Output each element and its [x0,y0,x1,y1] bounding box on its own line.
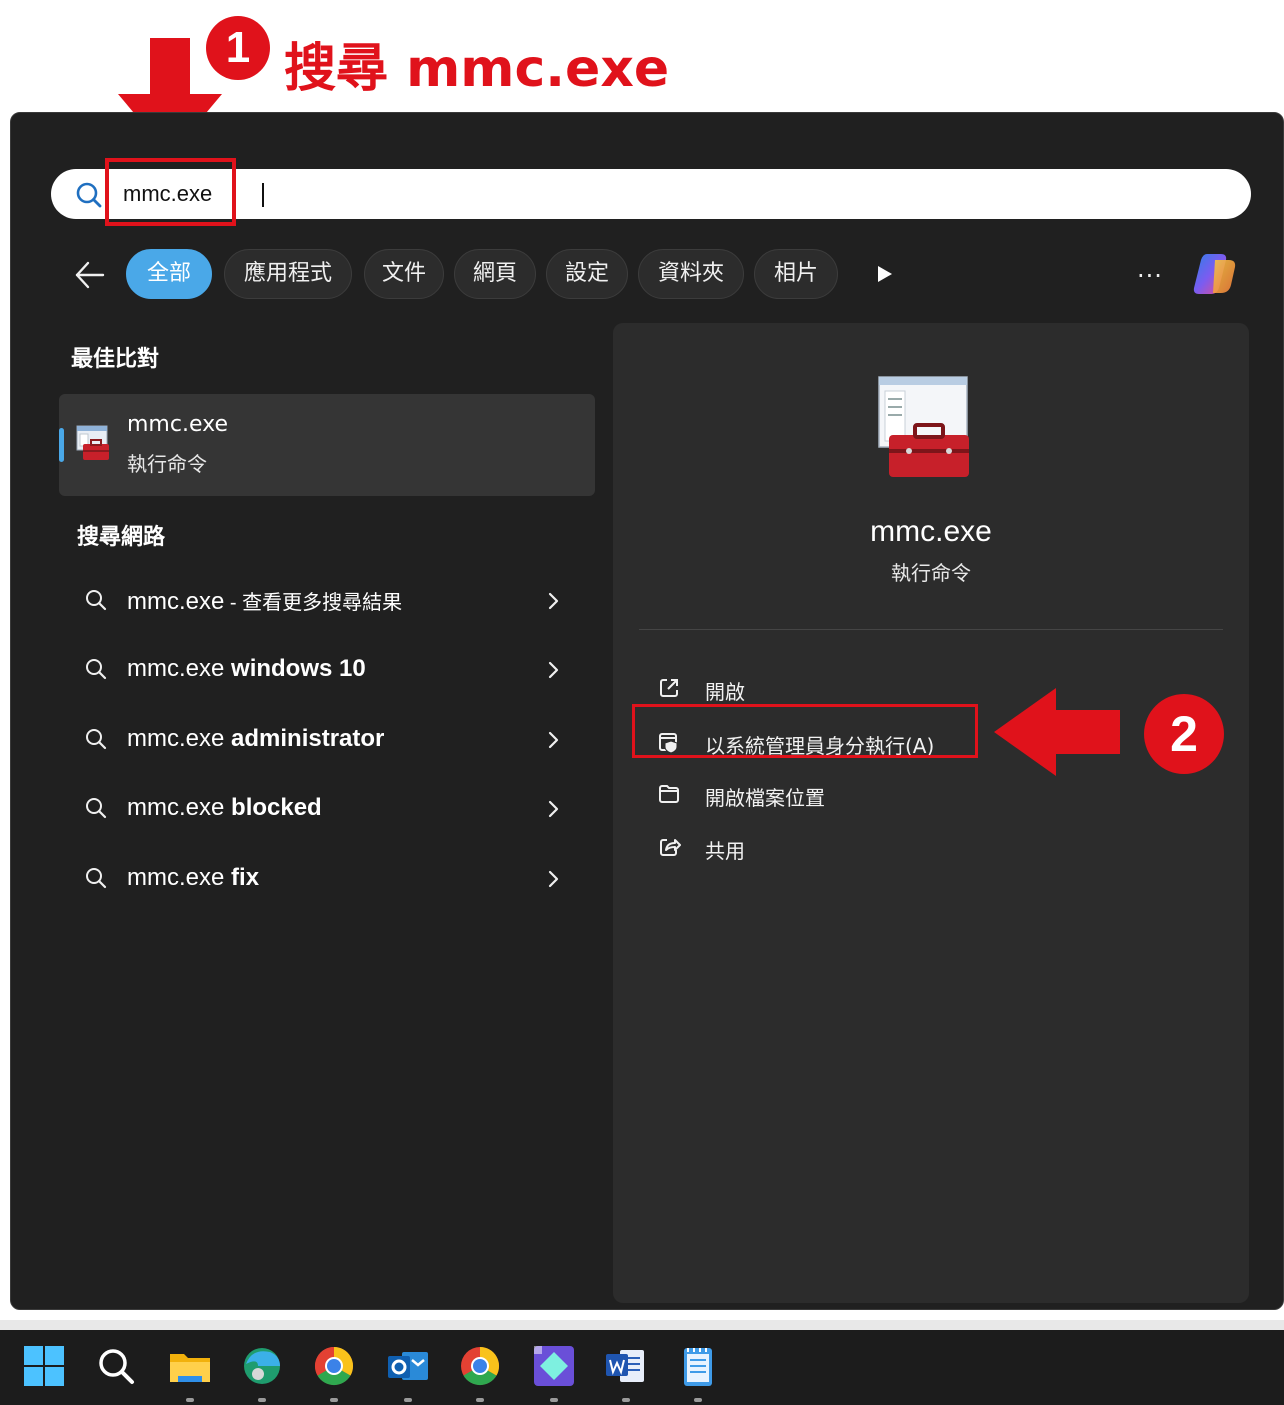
app-icon [534,1346,574,1386]
chrome-button-2[interactable] [456,1342,504,1402]
detail-app-name: mmc.exe [870,515,992,548]
web-result-item[interactable]: mmc.exe windows 10 [59,640,595,700]
web-result-item[interactable]: mmc.exe fix [59,849,595,909]
notepad-icon [684,1348,712,1386]
best-match-name: mmc.exe [127,412,228,437]
tab-photos[interactable]: 相片 [754,249,838,299]
start-icon[interactable] [20,1342,68,1390]
divider [639,629,1223,630]
best-match-heading: 最佳比對 [71,347,160,372]
action-share[interactable]: 共用 [635,824,1055,870]
running-indicator [404,1398,412,1402]
notepad-button[interactable] [674,1342,722,1402]
chevron-right-icon [548,661,559,679]
web-query: mmc.exe [127,655,225,682]
file-explorer-icon [170,1354,210,1382]
tab-all[interactable]: 全部 [126,249,212,299]
filter-bar: 全部 應用程式 文件 網頁 設定 資料夾 相片 ··· [11,246,1284,302]
tab-web[interactable]: 網頁 [454,249,536,299]
left-arrow-annotation [994,688,1120,776]
web-query-suffix: administrator [224,725,385,752]
running-indicator [476,1398,484,1402]
chevron-right-icon [548,870,559,888]
copilot-icon[interactable] [1189,250,1241,300]
search-input-highlight [105,158,236,226]
web-query: mmc.exe [127,864,225,891]
action-open-file-location[interactable]: 開啟檔案位置 [635,771,1055,817]
taskbar-separator [0,1320,1284,1330]
web-result-item[interactable]: mmc.exe blocked [59,779,595,839]
search-icon [86,659,107,680]
word-button[interactable] [602,1342,650,1402]
web-result-item[interactable]: mmc.exe administrator [59,710,595,770]
detail-app-type: 執行命令 [891,561,971,585]
edge-icon [244,1348,280,1384]
running-indicator [550,1398,558,1402]
web-query-suffix: windows 10 [224,655,366,682]
chevron-right-icon [548,592,559,610]
selection-indicator [59,428,64,462]
best-match-result[interactable]: mmc.exe 執行命令 [59,394,595,496]
action-label: 共用 [705,839,745,863]
running-indicator [258,1398,266,1402]
outlook-button[interactable] [384,1342,432,1402]
step-1-caption: 搜尋 mmc.exe [284,39,670,99]
tab-documents[interactable]: 文件 [364,249,444,299]
search-icon [86,798,107,819]
tab-folders[interactable]: 資料夾 [638,249,744,299]
best-match-type: 執行命令 [127,452,207,476]
share-icon [660,839,681,856]
tab-apps[interactable]: 應用程式 [224,249,352,299]
chrome-button[interactable] [310,1342,358,1402]
running-indicator [622,1398,630,1402]
web-query-suffix: blocked [224,794,322,821]
step-1-badge: 1 [206,16,270,80]
back-arrow-icon[interactable] [73,258,107,292]
outlook-icon [388,1352,428,1380]
chevron-right-icon [548,800,559,818]
text-caret [262,183,264,207]
search-icon[interactable] [92,1342,140,1390]
action-label: 開啟 [705,680,745,704]
running-indicator [186,1398,194,1402]
chrome-icon [461,1347,500,1386]
more-filters-arrow-icon[interactable] [875,264,895,284]
chevron-right-icon [548,731,559,749]
running-indicator [330,1398,338,1402]
folder-icon [659,785,679,803]
web-query-suffix: - 查看更多搜尋結果 [224,592,403,614]
running-indicator [694,1398,702,1402]
file-explorer-button[interactable] [166,1342,214,1402]
mmc-toolbox-icon [878,376,969,477]
result-detail-pane: mmc.exe 執行命令 開啟 以系統管理員身分執行(A) 開啟檔案位置 共用 [613,323,1249,1303]
run-as-admin-highlight [632,704,978,758]
mmc-toolbox-icon [76,425,109,460]
web-query-suffix: fix [224,864,260,891]
search-icon [86,868,107,889]
web-query: mmc.exe [127,725,225,752]
app-button[interactable] [530,1342,578,1402]
action-label: 開啟檔案位置 [705,786,825,810]
tab-settings[interactable]: 設定 [546,249,628,299]
web-query: mmc.exe [127,588,225,615]
search-icon [86,729,107,750]
web-result-item[interactable]: mmc.exe - 查看更多搜尋結果 [59,571,595,631]
web-query: mmc.exe [127,794,225,821]
word-icon [606,1350,644,1382]
search-icon [76,182,102,208]
search-icon [86,590,107,611]
step-2-badge: 2 [1144,694,1224,774]
chrome-icon [314,1347,354,1386]
open-external-icon [660,679,678,697]
edge-button[interactable] [238,1342,286,1402]
taskbar [0,1330,1284,1405]
web-search-heading: 搜尋網路 [77,525,166,550]
more-options-icon[interactable]: ··· [1137,262,1163,290]
